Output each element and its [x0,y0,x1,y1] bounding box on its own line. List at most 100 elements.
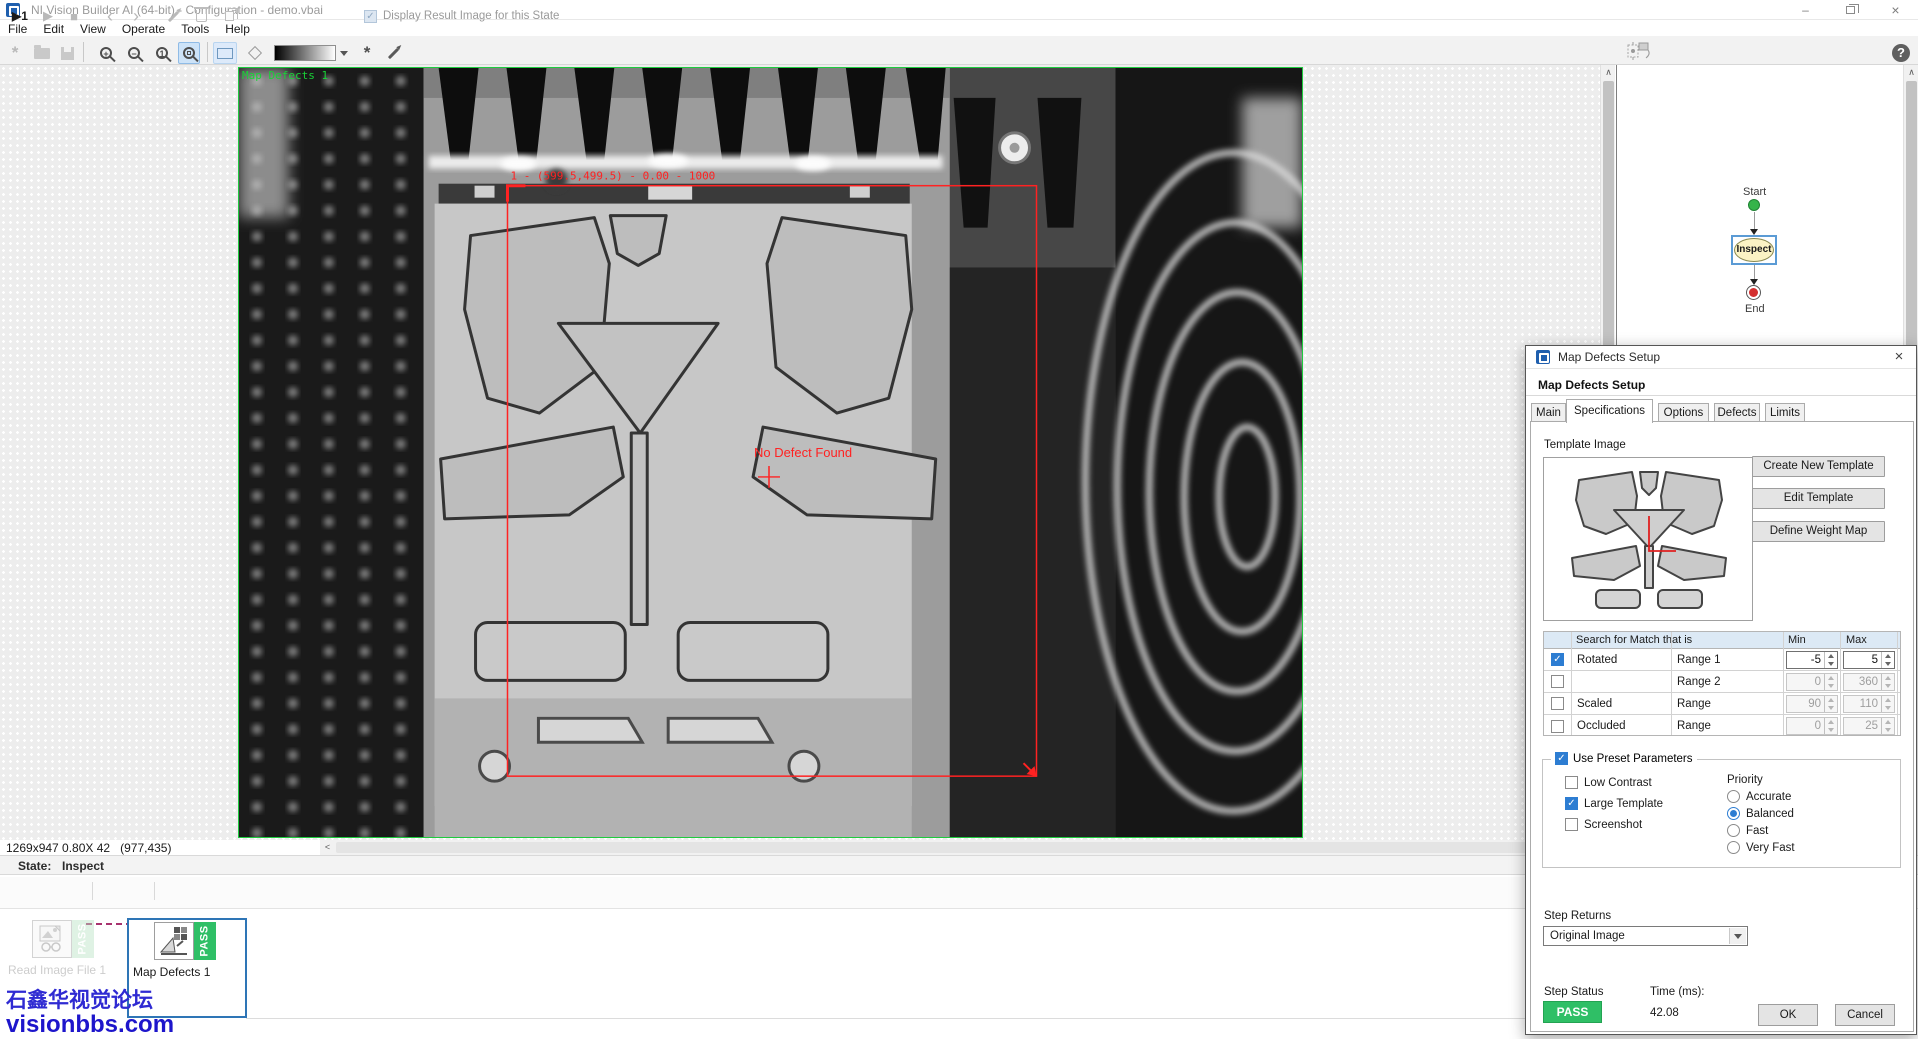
zoom-1-1-button[interactable]: 1 [151,42,173,64]
edit-step-button[interactable] [162,5,184,27]
close-button[interactable]: × [1873,0,1918,20]
define-weight-map-button[interactable]: Define Weight Map [1752,521,1885,542]
use-preset-checkbox[interactable]: ✓ [1555,752,1568,765]
accurate-radio[interactable] [1727,790,1740,803]
image-viewport[interactable]: Map Defects 1 [0,65,1600,840]
spin-down-icon[interactable] [1882,660,1894,668]
minimize-button[interactable]: – [1783,0,1828,20]
display-result-checkbox[interactable]: ✓ [364,10,377,23]
large-template-checkbox[interactable]: ✓ [1565,797,1578,810]
cancel-button[interactable]: Cancel [1835,1004,1895,1026]
inspection-image[interactable]: Map Defects 1 [238,67,1303,838]
priority-fast-row[interactable]: Fast [1727,824,1768,837]
balanced-radio[interactable] [1727,807,1740,820]
large-template-label: Large Template [1584,798,1663,810]
state-diagram-button[interactable] [1624,42,1656,64]
large-template-row[interactable]: ✓ Large Template [1565,797,1663,810]
scrollbar-thumb[interactable] [1906,81,1917,381]
stop-button[interactable]: ■ [64,5,84,27]
save-icon [61,47,74,60]
scroll-left-icon[interactable]: < [320,840,335,855]
low-contrast-checkbox[interactable] [1565,776,1578,789]
spin-up-icon[interactable] [1882,652,1894,660]
line-profile-button[interactable]: * [356,42,378,64]
tab-defects[interactable]: Defects [1714,403,1760,422]
step-status-strip: PASS [72,920,94,958]
occluded-checkbox[interactable] [1551,720,1564,733]
app-window: NI Vision Builder AI (64-bit) - Configur… [0,0,1918,1039]
scroll-up-icon[interactable]: ∧ [1904,65,1918,80]
dialog-title-bar: Map Defects Setup × [1526,346,1916,369]
image-status-bar: 1269x947 0.80X 42 (977,435) < > [0,840,1600,855]
screenshot-row[interactable]: Screenshot [1565,818,1642,831]
scaled-checkbox[interactable] [1551,697,1564,710]
create-new-template-button[interactable]: Create New Template [1752,456,1885,477]
save-button[interactable] [56,42,78,64]
next-state-button[interactable]: › [126,5,146,27]
rect-roi-button[interactable] [213,42,237,64]
previous-state-button[interactable]: ‹ [100,5,120,27]
image-status-text: 1269x947 0.80X 42 (977,435) [6,841,171,855]
palette-dropdown-button[interactable] [337,42,350,64]
scrollbar-thumb[interactable] [336,842,1576,853]
play-button[interactable]: ▶ [38,5,58,27]
ok-button[interactable]: OK [1758,1004,1818,1026]
scroll-up-icon[interactable]: ∧ [1601,65,1616,80]
flowchart-end-node[interactable] [1746,285,1761,300]
search-match-table: Search for Match that is Min Max ✓ Rotat… [1543,631,1901,736]
priority-very-fast-row[interactable]: Very Fast [1727,841,1795,854]
rotated-checkbox[interactable]: ✓ [1551,653,1564,666]
rotated-range2-checkbox[interactable] [1551,675,1564,688]
zoom-fit-button[interactable] [178,42,200,64]
tab-main[interactable]: Main [1531,403,1566,422]
table-row: ✓ Rotated Range 1 -5 5 [1544,649,1900,671]
state-diagram-icon [1627,42,1653,64]
screenshot-checkbox[interactable] [1565,818,1578,831]
tab-specifications[interactable]: Specifications [1566,399,1653,423]
dialog-logo-icon [1536,350,1550,364]
zoom-out-button[interactable]: − [123,42,145,64]
step-returns-dropdown[interactable]: Original Image [1543,926,1748,946]
very-fast-radio[interactable] [1727,841,1740,854]
priority-balanced-row[interactable]: Balanced [1727,807,1794,820]
rotate-roi-button[interactable] [244,42,266,64]
help-button[interactable]: ? [1890,42,1912,64]
use-preset-parameters-row[interactable]: ✓ Use Preset Parameters [1551,752,1697,765]
image-horizontal-scrollbar[interactable]: < > [320,840,1600,855]
run-once-button[interactable]: ▶1 [8,5,32,27]
spin-up-icon[interactable] [1825,652,1837,660]
tab-limits[interactable]: Limits [1765,403,1805,422]
flowchart-inspect-node[interactable]: Inspect [1731,235,1777,265]
annotate-button[interactable] [382,42,404,64]
min-spinner: 0 [1786,717,1838,735]
priority-accurate-row[interactable]: Accurate [1727,790,1791,803]
chevron-down-icon [340,51,348,56]
delete-step-button[interactable] [190,5,212,27]
col-header-min: Min [1788,634,1806,646]
spin-down-icon[interactable] [1825,660,1837,668]
display-result-checkbox-row[interactable]: ✓ Display Result Image for this State [364,5,784,27]
flowchart-start-node[interactable] [1748,199,1760,211]
min-spinner[interactable]: -5 [1786,651,1838,669]
tab-options[interactable]: Options [1658,403,1709,422]
new-button[interactable]: * [4,42,26,64]
screenshot-label: Screenshot [1584,819,1642,831]
restore-button[interactable] [1828,0,1873,20]
map-defects-setup-dialog: Map Defects Setup × Map Defects Setup Ma… [1525,345,1917,1035]
zoom-in-button[interactable]: + [95,42,117,64]
dropdown-button[interactable] [1729,928,1746,944]
max-spinner[interactable]: 5 [1843,651,1895,669]
copy-step-button[interactable] [218,5,240,27]
template-image-thumbnail [1543,457,1753,621]
table-row: Range 2 0 360 [1544,671,1900,693]
dialog-close-button[interactable]: × [1886,346,1912,369]
dialog-title: Map Defects Setup [1558,350,1660,364]
open-folder-icon [34,48,50,59]
match-annotation: 1 - (599.5,499.5) - 0.00 - 1000 [510,170,715,183]
open-button[interactable] [30,42,54,64]
edit-template-button[interactable]: Edit Template [1752,488,1885,509]
template-image-graphic [1544,458,1752,620]
palette-selector[interactable] [273,42,337,64]
fast-radio[interactable] [1727,824,1740,837]
low-contrast-row[interactable]: Low Contrast [1565,776,1652,789]
